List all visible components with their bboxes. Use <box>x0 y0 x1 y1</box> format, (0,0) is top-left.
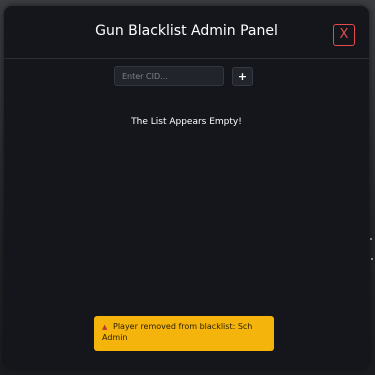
toast-message: Player removed from blacklist: Sch Admin <box>102 322 253 342</box>
panel-title: Gun Blacklist Admin Panel <box>95 23 278 39</box>
notification-toast: ▲ Player removed from blacklist: Sch Admi… <box>94 316 274 351</box>
panel-header: Gun Blacklist Admin Panel X <box>4 6 369 59</box>
warning-icon: ▲ <box>102 323 108 331</box>
blacklist-admin-panel: Gun Blacklist Admin Panel X + The List A… <box>4 6 369 368</box>
add-button[interactable]: + <box>232 67 253 86</box>
close-button[interactable]: X <box>333 24 355 46</box>
background-light <box>371 258 373 260</box>
empty-list-message: The List Appears Empty! <box>131 117 242 127</box>
background-light <box>370 238 372 240</box>
cid-input[interactable] <box>114 66 224 86</box>
